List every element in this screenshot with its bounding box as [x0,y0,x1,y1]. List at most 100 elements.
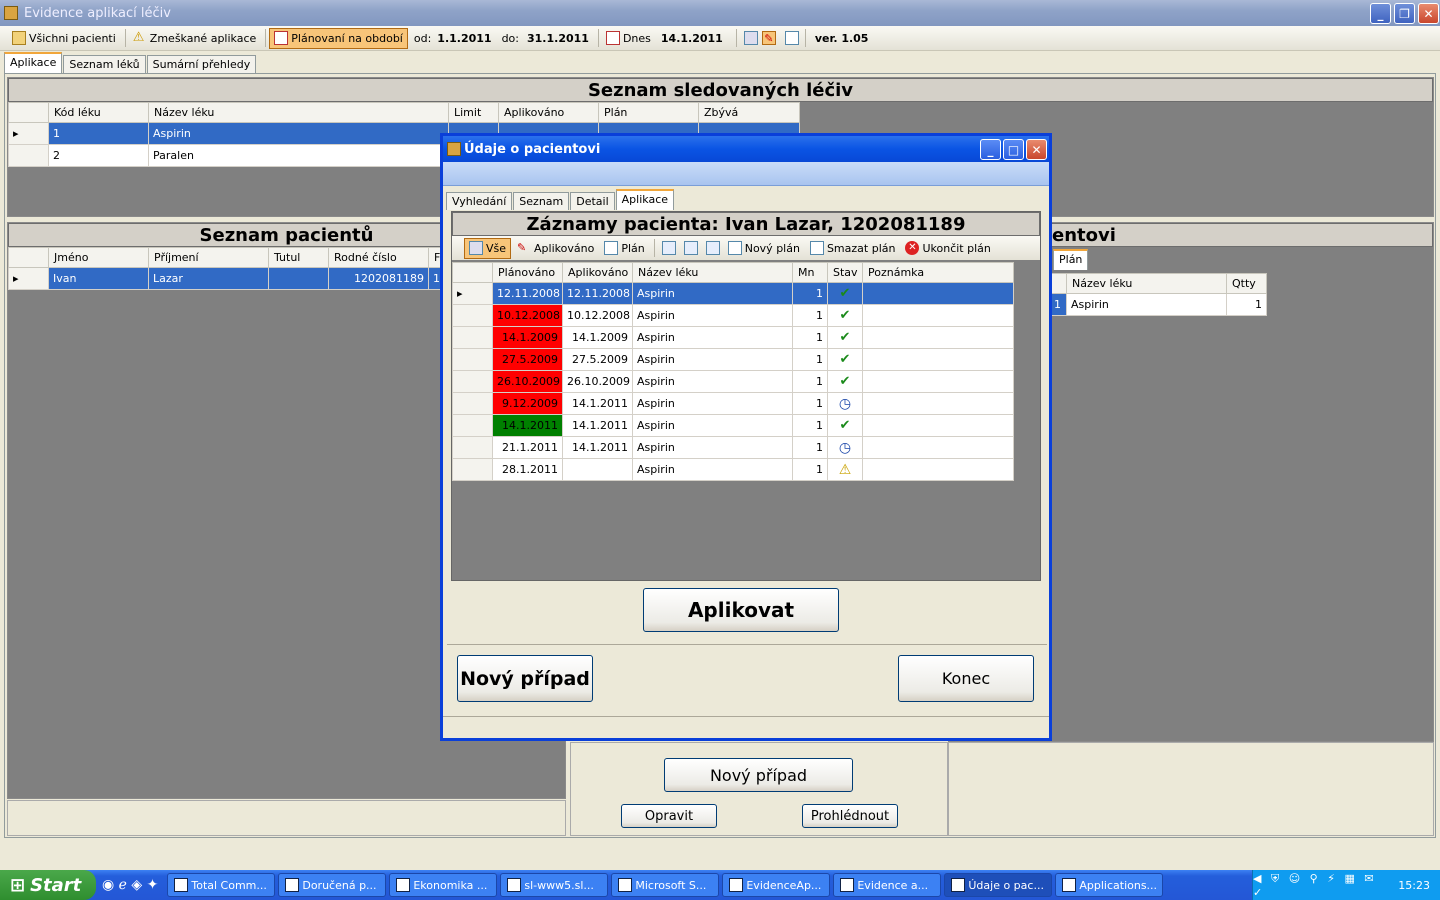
drug-code: 1 [48,122,149,145]
taskbar-item[interactable]: Total Comm... [167,873,276,897]
new-case-button[interactable]: Nový případ [457,655,593,702]
column-header[interactable]: Název léku [632,262,793,283]
column-header[interactable]: Mn [792,262,828,283]
status-cell: ◷ [827,392,863,415]
minimize-button[interactable]: _ [1370,3,1391,24]
column-header[interactable]: Název léku [1066,273,1227,294]
table-row[interactable]: 10.12.2008 10.12.2008 Aspirin 1 ✔ [452,304,1014,327]
planning-period-button[interactable]: Plánovaní na období [269,27,408,49]
today-button[interactable]: Dnes [602,28,655,49]
tab-plan[interactable]: Plán [1053,249,1089,270]
edit-button[interactable]: Opravit [621,804,717,828]
applied-date: 14.1.2011 [562,414,633,437]
table-icon[interactable] [784,31,799,45]
taskbar-item[interactable]: Microsoft S... [611,873,720,897]
table-row[interactable]: 9.12.2009 14.1.2011 Aspirin 1 ◷ [452,392,1014,415]
filter-plan-button[interactable]: Plán [600,238,648,259]
column-header[interactable]: Název léku [148,102,449,123]
edit-row-icon[interactable] [683,241,698,255]
column-header[interactable]: Tutul [268,247,329,268]
tab-seznam-leku[interactable]: Seznam léků [63,55,146,73]
column-header[interactable]: Rodné číslo [328,247,429,268]
tab-sumarni-prehledy[interactable]: Sumární přehledy [146,55,257,73]
close-button[interactable]: ✕ [1418,3,1439,24]
calendar-day-icon [605,31,620,45]
filter-applied-button[interactable]: ✎ Aplikováno [513,238,598,259]
applied-date: 14.1.2009 [562,326,633,349]
filter-all-button[interactable]: Vše [464,237,512,259]
applied-date: 14.1.2011 [562,436,633,459]
new-plan-button[interactable]: Nový plán [724,238,804,259]
column-header[interactable]: Aplikováno [562,262,633,283]
quantity: 1 [792,436,828,459]
restore-button[interactable]: ❐ [1394,3,1415,24]
all-patients-button[interactable]: Všichni pacienti [8,28,120,49]
tab-seznam[interactable]: Seznam [513,192,570,210]
new-case-button-main[interactable]: Nový případ [664,758,853,792]
quick-launch-icons[interactable]: ◉ ℯ ◈ ✦ [102,877,158,893]
table-row[interactable]: 27.5.2009 27.5.2009 Aspirin 1 ✔ [452,348,1014,371]
records-panel: Záznamy pacienta: Ivan Lazar, 1202081189… [451,211,1041,581]
table-row[interactable]: ▸ 12.11.2008 12.11.2008 Aspirin 1 ✔ [452,282,1014,305]
column-header[interactable]: Příjmení [148,247,269,268]
table-row[interactable]: 21.1.2011 14.1.2011 Aspirin 1 ◷ [452,436,1014,459]
missed-applications-button[interactable]: ⚠ Zmeškané aplikace [129,28,260,49]
taskbar-item[interactable]: EvidenceAp... [722,873,831,897]
table-row[interactable]: 28.1.2011 Aspirin 1 ⚠ [452,458,1014,481]
table-row[interactable]: 14.1.2011 14.1.2011 Aspirin 1 ✔ [452,414,1014,437]
delete-row-icon[interactable] [705,241,720,255]
first-name: Ivan [48,267,149,290]
main-toolbar: Všichni pacienti ⚠ Zmeškané aplikace Plán… [0,26,1440,51]
dialog-maximize-button[interactable]: □ [1003,139,1024,160]
taskbar-item[interactable]: Applications... [1055,873,1164,897]
apply-button[interactable]: Aplikovat [643,588,839,632]
start-button[interactable]: ⊞ Start [0,870,96,900]
column-header[interactable]: Stav [827,262,863,283]
tab-vyhledani[interactable]: Vyhledání [446,192,513,210]
version-label: ver. 1.05 [814,31,869,45]
column-header[interactable]: Kód léku [48,102,149,123]
column-header[interactable]: Jméno [48,247,149,268]
table-row[interactable]: 1 Aspirin 1 [1049,293,1267,316]
tab-aplikace-dialog[interactable]: Aplikace [615,189,675,210]
dialog-tabs: Vyhledání Seznam Detail Aplikace [446,189,1049,210]
column-header[interactable]: Limit [448,102,499,123]
dialog-status-bar [443,716,1049,738]
all-patients-label: Všichni pacienti [29,31,116,45]
task-app-icon [174,878,189,892]
taskbar-item[interactable]: sl-www5.sl... [500,873,609,897]
taskbar-item[interactable]: Doručená p... [278,873,387,897]
applied-date: 12.11.2008 [562,282,633,305]
quantity: 1 [792,326,828,349]
note-cell [862,370,1014,393]
column-header[interactable]: Plán [598,102,699,123]
table-row[interactable]: 26.10.2009 26.10.2009 Aspirin 1 ✔ [452,370,1014,393]
taskbar-item[interactable]: Evidence a... [833,873,942,897]
windows-icon[interactable] [743,31,758,45]
tray-icons[interactable]: ◀ ⛨ ☺ ⚲ ⚡ ▦ ✉ ✓ [1253,872,1390,899]
taskbar-item[interactable]: Údaje o pac... [944,873,1053,897]
to-date[interactable]: 31.1.2011 [527,32,589,45]
end-button[interactable]: Konec [898,655,1034,702]
column-header[interactable]: Aplikováno [498,102,599,123]
status-cell: ⚠ [827,458,863,481]
column-header[interactable]: Poznámka [862,262,1014,283]
column-header[interactable]: Plánováno [492,262,563,283]
tab-aplikace[interactable]: Aplikace [4,52,63,73]
dialog-minimize-button[interactable]: _ [980,139,1001,160]
quantity: 1 [792,370,828,393]
end-plan-button[interactable]: ✕ Ukončit plán [901,238,994,259]
column-header[interactable]: Zbývá [698,102,800,123]
column-header[interactable]: Qtty [1226,273,1267,294]
view-button[interactable]: Prohlédnout [802,804,898,828]
delete-plan-button[interactable]: Smazat plán [806,238,900,259]
taskbar-item[interactable]: Ekonomika ... [389,873,498,897]
from-date[interactable]: 1.1.2011 [437,32,491,45]
add-row-icon[interactable] [661,241,676,255]
pin-icon[interactable]: ✎ [761,31,776,45]
dialog-close-button[interactable]: ✕ [1026,139,1047,160]
filter-plan-label: Plán [621,241,645,255]
last-name: Lazar [148,267,269,290]
tab-detail[interactable]: Detail [570,192,615,210]
table-row[interactable]: 14.1.2009 14.1.2009 Aspirin 1 ✔ [452,326,1014,349]
